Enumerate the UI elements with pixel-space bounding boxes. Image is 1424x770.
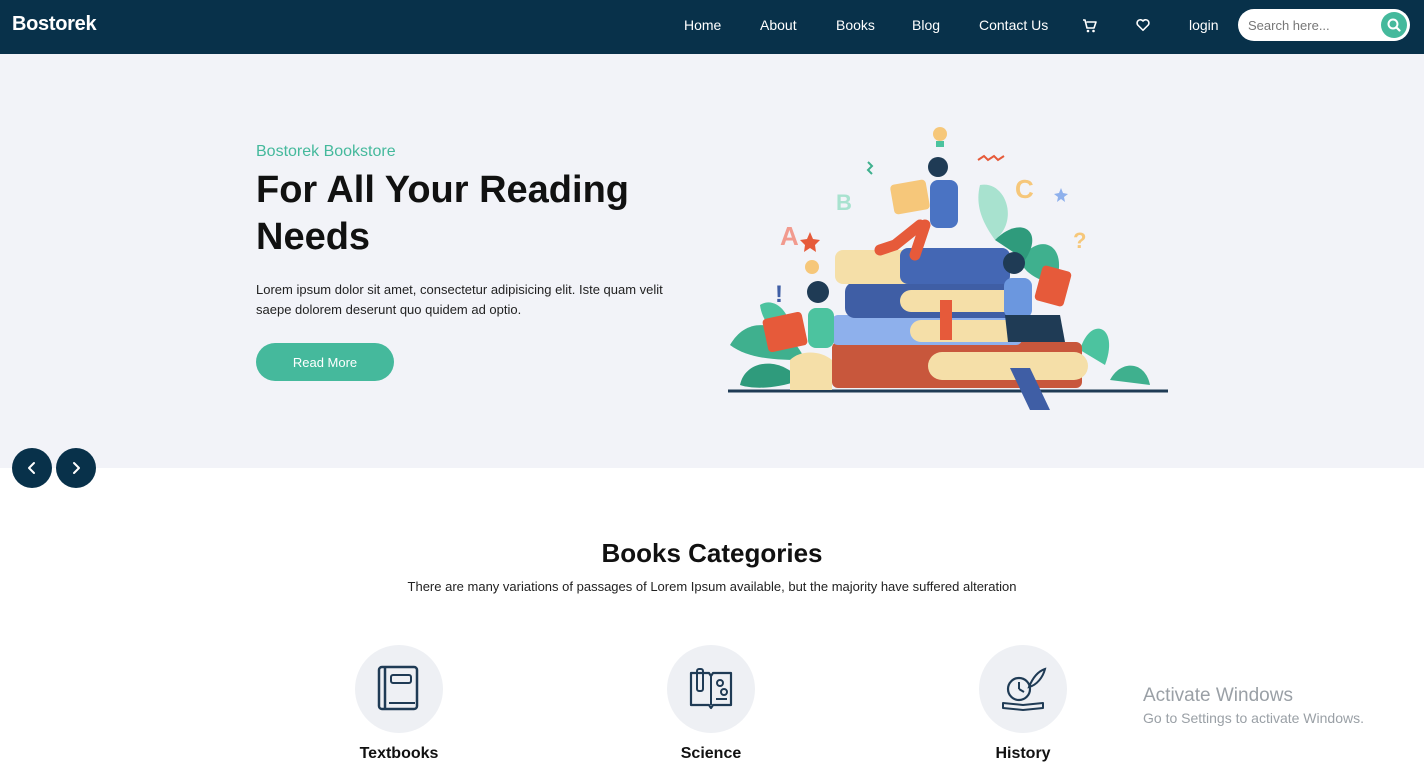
nav-link-contact[interactable]: Contact Us xyxy=(979,17,1048,33)
carousel-next-button[interactable] xyxy=(56,448,96,488)
navbar: Bostorek Home About Books Blog Contact U… xyxy=(0,0,1424,54)
chevron-right-icon xyxy=(73,462,80,474)
search-button[interactable] xyxy=(1381,12,1407,38)
category-label: Textbooks xyxy=(359,745,439,762)
svg-text:B: B xyxy=(836,190,852,215)
category-science[interactable]: Science xyxy=(631,645,791,770)
chevron-left-icon xyxy=(28,462,35,474)
category-textbooks[interactable]: Textbooks xyxy=(319,645,479,770)
carousel-prev-button[interactable] xyxy=(12,448,52,488)
nav-link-blog[interactable]: Blog xyxy=(912,17,940,33)
science-icon xyxy=(667,645,755,733)
hero-title: For All Your Reading Needs xyxy=(256,169,629,258)
svg-text:A: A xyxy=(780,221,799,251)
login-link[interactable]: login xyxy=(1189,17,1219,33)
history-icon xyxy=(979,645,1067,733)
hero-text: Lorem ipsum dolor sit amet, consectetur … xyxy=(256,282,663,317)
nav-link-about[interactable]: About xyxy=(760,17,797,33)
category-history[interactable]: History xyxy=(943,645,1103,770)
textbook-icon xyxy=(355,645,443,733)
category-label: History xyxy=(995,745,1051,762)
activate-windows-subtitle: Go to Settings to activate Windows. xyxy=(1143,710,1364,726)
cart-icon[interactable] xyxy=(1082,18,1098,34)
category-label: Science xyxy=(680,745,742,762)
search-input[interactable] xyxy=(1248,16,1378,34)
svg-text:?: ? xyxy=(1073,228,1086,253)
activate-windows-title: Activate Windows xyxy=(1143,685,1293,706)
nav-link-books[interactable]: Books xyxy=(836,17,875,33)
search-icon xyxy=(1387,18,1401,32)
nav-link-home[interactable]: Home xyxy=(684,17,721,33)
people-reading-books-illustration: A B C ? ! xyxy=(728,127,1168,410)
search-box xyxy=(1238,9,1410,41)
read-more-button[interactable]: Read More xyxy=(256,343,394,381)
heart-icon[interactable] xyxy=(1136,18,1152,34)
hero-subtitle: Bostorek Bookstore xyxy=(256,143,396,160)
categories-subtitle: There are many variations of passages of… xyxy=(407,579,1017,594)
svg-text:!: ! xyxy=(775,281,783,308)
hero-section: Bostorek Bookstore For All Your Reading … xyxy=(0,54,1424,468)
svg-text:C: C xyxy=(1015,174,1034,204)
categories-title: Books Categories xyxy=(601,538,823,568)
brand-logo[interactable]: Bostorek xyxy=(12,13,97,36)
